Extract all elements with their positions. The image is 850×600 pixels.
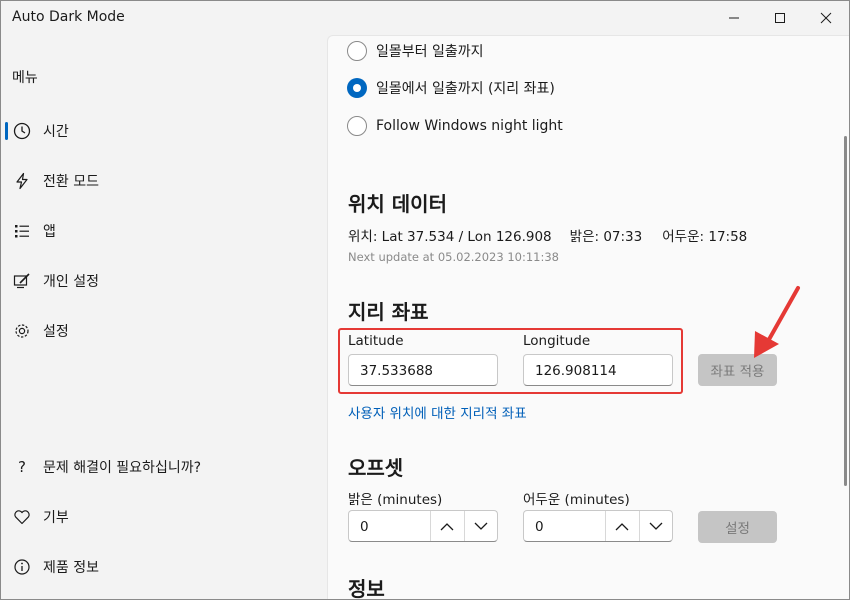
- radio-label: 일몰부터 일출까지: [376, 44, 484, 60]
- heart-icon: [13, 508, 31, 526]
- geo-coordinates-link[interactable]: 사용자 위치에 대한 지리적 좌표: [348, 402, 527, 422]
- window-title: Auto Dark Mode: [12, 9, 125, 25]
- sidebar-item-label: 시간: [43, 124, 69, 140]
- list-icon: [13, 222, 31, 240]
- dark-offset-label: 어두운 (minutes): [523, 492, 630, 508]
- clock-icon: [13, 122, 31, 140]
- sidebar-item-label: 기부: [43, 510, 69, 526]
- personalize-icon: [13, 272, 31, 290]
- radio-button-checked[interactable]: [347, 78, 367, 98]
- sidebar-item-troubleshoot[interactable]: ? 문제 해결이 필요하십니까?: [1, 449, 321, 485]
- app-window: Auto Dark Mode 메뉴 시간 전환 모드 앱 개인 설정 설정 ? …: [0, 0, 850, 600]
- title-bar: Auto Dark Mode: [1, 1, 849, 35]
- info-section-title: 정보: [348, 577, 385, 599]
- close-button[interactable]: [803, 1, 849, 35]
- menu-label: 메뉴: [12, 70, 38, 86]
- gear-icon: [13, 322, 31, 340]
- light-offset-value: 0: [360, 519, 369, 535]
- offset-section-title: 오프셋: [348, 456, 404, 480]
- chevron-down-icon: [474, 522, 488, 530]
- maximize-icon: [775, 13, 785, 23]
- lightning-icon: [13, 172, 31, 190]
- chevron-up-icon: [440, 522, 454, 530]
- position-text: 위치: Lat 37.534 / Lon 126.908: [348, 229, 552, 245]
- sidebar-item-time[interactable]: 시간: [1, 113, 321, 149]
- location-section-title: 위치 데이터: [348, 192, 447, 216]
- sunset-text: 어두운: 17:58: [662, 229, 748, 245]
- dark-offset-value: 0: [535, 519, 544, 535]
- location-info: 위치: Lat 37.534 / Lon 126.908 밝은: 07:33 어…: [348, 225, 747, 245]
- increment-button[interactable]: [605, 511, 638, 541]
- sidebar-item-donate[interactable]: 기부: [1, 499, 321, 535]
- selection-indicator: [5, 122, 8, 140]
- sidebar-item-label: 제품 정보: [43, 560, 99, 576]
- minimize-button[interactable]: [711, 1, 757, 35]
- sidebar-item-about[interactable]: 제품 정보: [1, 549, 321, 585]
- radio-button[interactable]: [347, 116, 367, 136]
- radio-windows-night-light[interactable]: Follow Windows night light: [347, 114, 563, 138]
- decrement-button[interactable]: [464, 511, 497, 541]
- sidebar-item-label: 개인 설정: [43, 274, 99, 290]
- annotation-highlight-box: [338, 328, 683, 394]
- geo-section-title: 지리 좌표: [348, 300, 429, 324]
- minimize-icon: [729, 17, 739, 19]
- decrement-button[interactable]: [639, 511, 672, 541]
- dark-offset-stepper[interactable]: 0: [523, 510, 673, 542]
- radio-label: Follow Windows night light: [376, 118, 563, 134]
- increment-button[interactable]: [430, 511, 463, 541]
- sidebar-item-settings[interactable]: 설정: [1, 313, 321, 349]
- apply-coordinates-button[interactable]: 좌표 적용: [698, 354, 777, 386]
- next-update-text: Next update at 05.02.2023 10:11:38: [348, 250, 559, 264]
- chevron-up-icon: [615, 522, 629, 530]
- sidebar-item-label: 앱: [43, 224, 56, 240]
- content-pane: 일몰부터 일출까지 일몰에서 일출까지 (지리 좌표) Follow Windo…: [327, 35, 849, 599]
- radio-sunset-sunrise-geo[interactable]: 일몰에서 일출까지 (지리 좌표): [347, 76, 555, 100]
- close-icon: [820, 12, 832, 24]
- light-offset-stepper[interactable]: 0: [348, 510, 498, 542]
- radio-label: 일몰에서 일출까지 (지리 좌표): [376, 81, 555, 97]
- sidebar: 메뉴 시간 전환 모드 앱 개인 설정 설정 ? 문제 해결이 필요하십니까? …: [1, 35, 327, 599]
- light-offset-label: 밝은 (minutes): [348, 492, 443, 508]
- sidebar-item-personalize[interactable]: 개인 설정: [1, 263, 321, 299]
- sunrise-text: 밝은: 07:33: [569, 229, 643, 245]
- scrollbar[interactable]: [844, 136, 847, 486]
- chevron-down-icon: [649, 522, 663, 530]
- radio-sunset-sunrise[interactable]: 일몰부터 일출까지: [347, 39, 484, 63]
- set-offset-button[interactable]: 설정: [698, 511, 777, 543]
- info-icon: [13, 558, 31, 576]
- sidebar-item-label: 전환 모드: [43, 174, 99, 190]
- sidebar-item-label: 설정: [43, 324, 69, 340]
- sidebar-item-label: 문제 해결이 필요하십니까?: [43, 460, 202, 476]
- sidebar-item-apps[interactable]: 앱: [1, 213, 321, 249]
- maximize-button[interactable]: [757, 1, 803, 35]
- radio-button[interactable]: [347, 41, 367, 61]
- sidebar-item-switch-mode[interactable]: 전환 모드: [1, 163, 321, 199]
- question-icon: ?: [18, 458, 26, 476]
